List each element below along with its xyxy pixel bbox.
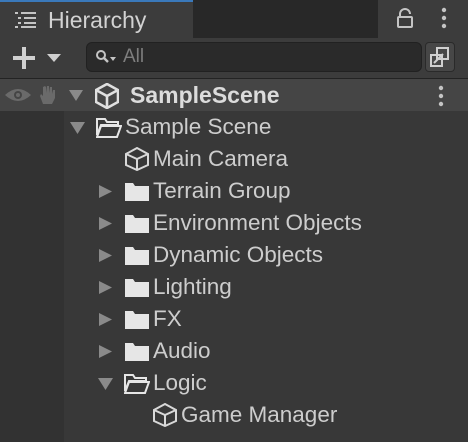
add-object-button[interactable] xyxy=(10,45,68,71)
folder-icon xyxy=(125,343,149,361)
kebab-menu-icon[interactable] xyxy=(440,7,448,29)
collapse-arrow-icon[interactable] xyxy=(98,313,113,326)
tree-item[interactable]: Main Camera xyxy=(64,143,468,175)
caret-down-icon xyxy=(47,54,61,62)
scene-name: SampleScene xyxy=(130,82,280,108)
lock-icon[interactable] xyxy=(396,8,414,28)
expand-arrow-icon[interactable] xyxy=(69,90,83,102)
tab-bar: Hierarchy xyxy=(0,0,468,38)
tree-item[interactable]: Environment Objects xyxy=(64,207,468,239)
tree-item[interactable]: Dynamic Objects xyxy=(64,239,468,271)
collapse-arrow-icon[interactable] xyxy=(98,249,113,262)
tree-item-label: Terrain Group xyxy=(153,178,291,203)
hierarchy-mode-icon xyxy=(430,47,449,67)
tree-item-label: Game Manager xyxy=(181,402,338,427)
tab-hierarchy[interactable]: Hierarchy xyxy=(0,0,193,38)
collapse-arrow-icon[interactable] xyxy=(98,345,113,358)
eye-icon[interactable] xyxy=(4,87,32,103)
folder-open-icon xyxy=(124,374,150,394)
gameobject-cube-icon xyxy=(125,147,149,171)
tree-item-label: Dynamic Objects xyxy=(153,242,324,267)
tree-item[interactable]: Sample Scene xyxy=(64,111,468,143)
tree-item[interactable]: Terrain Group xyxy=(64,175,468,207)
tree-item[interactable]: Game Manager xyxy=(64,399,468,431)
folder-icon xyxy=(125,247,149,265)
tree-item[interactable]: FX xyxy=(64,303,468,335)
tree-item-label: Audio xyxy=(153,338,211,363)
unity-scene-icon xyxy=(95,83,119,109)
expand-arrow-icon[interactable] xyxy=(98,377,113,390)
folder-open-icon xyxy=(96,118,122,138)
tree-item-label: Main Camera xyxy=(153,146,289,171)
scene-row[interactable]: SampleScene xyxy=(0,79,468,111)
hierarchy-mode-button[interactable] xyxy=(425,42,455,72)
kebab-menu-icon[interactable] xyxy=(437,85,445,107)
tree-item[interactable]: Logic xyxy=(64,367,468,399)
tree-item-label: Sample Scene xyxy=(125,114,272,139)
collapse-arrow-icon[interactable] xyxy=(98,185,113,198)
visibility-gutter xyxy=(0,79,64,442)
tree-item-label: Logic xyxy=(153,370,207,395)
hierarchy-list-icon xyxy=(15,12,36,28)
expand-arrow-icon[interactable] xyxy=(70,121,85,134)
search-icon[interactable] xyxy=(95,49,117,65)
tree-item-label: Environment Objects xyxy=(153,210,362,235)
plus-icon xyxy=(13,47,35,69)
collapse-arrow-icon[interactable] xyxy=(98,217,113,230)
tree-item[interactable]: Lighting xyxy=(64,271,468,303)
folder-icon xyxy=(125,183,149,201)
tab-title: Hierarchy xyxy=(48,7,147,33)
tree-item-label: FX xyxy=(153,306,182,331)
hand-icon[interactable] xyxy=(36,84,58,106)
search-input[interactable] xyxy=(123,46,413,68)
folder-icon xyxy=(125,311,149,329)
collapse-arrow-icon[interactable] xyxy=(98,281,113,294)
tree-item-label: Lighting xyxy=(153,274,232,299)
tree-item[interactable]: Audio xyxy=(64,335,468,367)
folder-icon xyxy=(125,215,149,233)
search-box xyxy=(86,42,422,72)
toolbar xyxy=(0,38,468,79)
gameobject-cube-icon xyxy=(153,403,177,427)
folder-icon xyxy=(125,279,149,297)
header-actions xyxy=(378,0,468,38)
